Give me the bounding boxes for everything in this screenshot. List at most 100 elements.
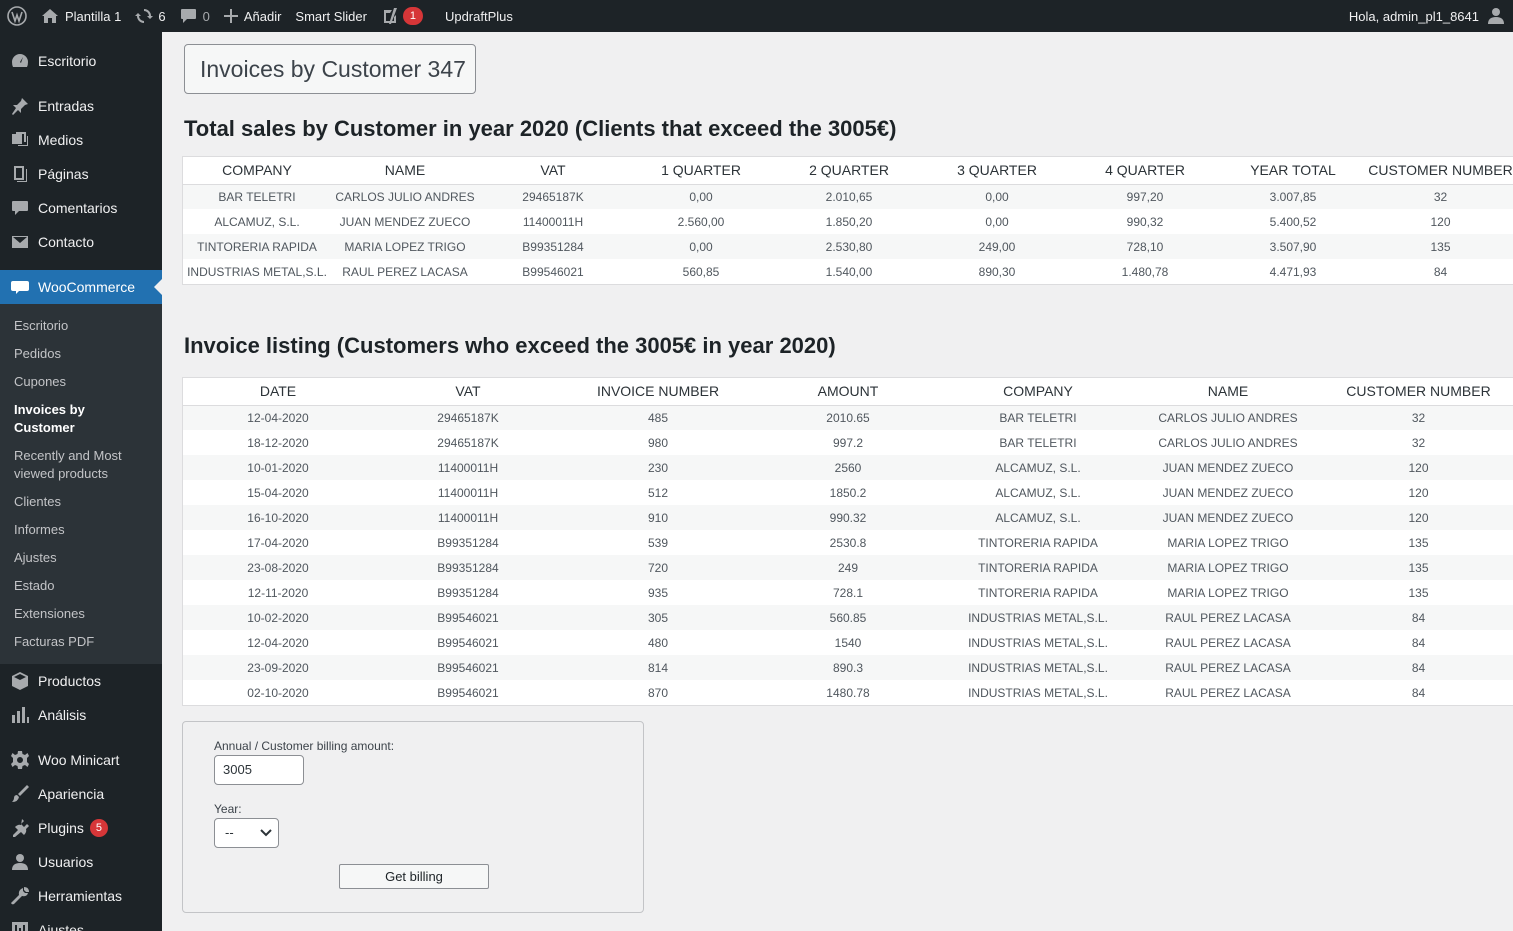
submenu-item-estado[interactable]: Estado	[0, 572, 162, 600]
table-cell: 1480.78	[753, 680, 943, 705]
table-cell: 728.1	[753, 580, 943, 605]
updates-menu[interactable]: 6	[128, 0, 172, 32]
table-cell: B99351284	[479, 234, 627, 259]
chevron-down-icon	[260, 829, 272, 837]
table-row: ALCAMUZ, S.L. JUAN MENDEZ ZUECO 11400011H 2…	[183, 209, 1513, 234]
menu-item-apariencia[interactable]: Apariencia	[0, 777, 162, 811]
menu-item-productos[interactable]: Productos	[0, 664, 162, 698]
smart-slider-menu[interactable]: Smart Slider	[288, 0, 374, 32]
submenu-item-informes[interactable]: Informes	[0, 516, 162, 544]
menu-item-entradas[interactable]: Entradas	[0, 89, 162, 123]
gear-icon	[10, 750, 30, 770]
year-select[interactable]: --	[214, 818, 279, 848]
table-cell: INDUSTRIAS METAL,S.L.	[943, 680, 1133, 705]
table-cell: 980	[563, 430, 753, 455]
woocommerce-icon	[10, 277, 30, 297]
table-cell: TINTORERIA RAPIDA	[943, 580, 1133, 605]
table-cell: 84	[1323, 680, 1513, 705]
table-cell: 0,00	[923, 209, 1071, 234]
amount-input[interactable]: 3005	[214, 755, 304, 785]
table-cell: TINTORERIA RAPIDA	[943, 530, 1133, 555]
menu-item-herramientas[interactable]: Herramientas	[0, 879, 162, 913]
submenu-item-clientes[interactable]: Clientes	[0, 488, 162, 516]
table-cell: 1.540,00	[775, 259, 923, 284]
column-header: COMPANY	[183, 157, 331, 185]
column-header: 1 QUARTER	[627, 157, 775, 185]
table-cell: BAR TELETRI	[943, 405, 1133, 430]
media-icon	[10, 130, 30, 150]
table-cell: 2010.65	[753, 405, 943, 430]
menu-label: Plugins	[38, 820, 84, 836]
wordpress-logo-icon[interactable]	[0, 0, 34, 32]
plugins-update-badge: 5	[89, 819, 108, 837]
wrench-icon	[10, 886, 30, 906]
main-content: Invoices by Customer 347 Total sales by …	[162, 32, 1513, 931]
menu-item-usuarios[interactable]: Usuarios	[0, 845, 162, 879]
comments-count: 0	[202, 8, 210, 24]
comments-menu[interactable]: 0	[173, 0, 217, 32]
table-row: 12-04-2020 B99546021 480 1540 INDUSTRIAS MET…	[183, 630, 1513, 655]
yoast-menu[interactable]: 1	[374, 0, 430, 32]
menu-item-contacto[interactable]: Contacto	[0, 225, 162, 259]
menu-item-plugins[interactable]: Plugins 5	[0, 811, 162, 845]
table-cell: ALCAMUZ, S.L.	[943, 455, 1133, 480]
submenu-item-cupones[interactable]: Cupones	[0, 368, 162, 396]
menu-item-ajustes[interactable]: Ajustes	[0, 913, 162, 931]
menu-item-paginas[interactable]: Páginas	[0, 157, 162, 191]
table-row: 18-12-2020 29465187K 980 997.2 BAR TELETRI CA…	[183, 430, 1513, 455]
paintbrush-icon	[10, 784, 30, 804]
table-cell: 11400011H	[373, 505, 563, 530]
menu-label: Análisis	[38, 707, 87, 723]
table-cell: 3.007,85	[1219, 184, 1367, 209]
table-cell: 120	[1323, 505, 1513, 530]
submenu-item-pedidos[interactable]: Pedidos	[0, 340, 162, 368]
table-cell: 485	[563, 405, 753, 430]
table-cell: B99351284	[373, 555, 563, 580]
table-cell: 935	[563, 580, 753, 605]
smart-slider-label: Smart Slider	[295, 8, 367, 24]
menu-label: Medios	[38, 132, 84, 148]
get-billing-button[interactable]: Get billing	[339, 864, 489, 889]
woocommerce-submenu: Escritorio Pedidos Cupones Invoices by C…	[0, 304, 162, 664]
menu-item-woocommerce[interactable]: WooCommerce	[0, 270, 162, 304]
submenu-item-escritorio[interactable]: Escritorio	[0, 312, 162, 340]
table-cell: 29465187K	[479, 184, 627, 209]
menu-item-medios[interactable]: Medios	[0, 123, 162, 157]
table-cell: 18-12-2020	[183, 430, 373, 455]
my-account-menu[interactable]: Hola, admin_pl1_8641	[1342, 0, 1513, 32]
column-header: AMOUNT	[753, 378, 943, 406]
table-cell: 120	[1323, 480, 1513, 505]
menu-item-analisis[interactable]: Análisis	[0, 698, 162, 732]
table-row: TINTORERIA RAPIDA MARIA LOPEZ TRIGO B99351…	[183, 234, 1513, 259]
updraftplus-menu[interactable]: UpdraftPlus	[438, 0, 520, 32]
table-cell: 560,85	[627, 259, 775, 284]
table-cell: 560.85	[753, 605, 943, 630]
envelope-icon	[10, 232, 30, 252]
table-cell: RAUL PEREZ LACASA	[1133, 655, 1323, 680]
table-cell: RAUL PEREZ LACASA	[1133, 680, 1323, 705]
submenu-item-facturas-pdf[interactable]: Facturas PDF	[0, 628, 162, 656]
table-cell: 0,00	[627, 234, 775, 259]
table-cell: 32	[1323, 405, 1513, 430]
updates-count: 6	[158, 8, 166, 24]
submenu-item-ajustes[interactable]: Ajustes	[0, 544, 162, 572]
table-cell: 120	[1367, 209, 1513, 234]
menu-item-woo-minicart[interactable]: Woo Minicart	[0, 743, 162, 777]
greeting-label: Hola, admin_pl1_8641	[1348, 8, 1479, 24]
menu-item-escritorio[interactable]: Escritorio	[0, 44, 162, 78]
box-icon	[10, 671, 30, 691]
yoast-icon	[381, 7, 399, 25]
table-row: 15-04-2020 11400011H 512 1850.2 ALCAMUZ, S.L…	[183, 480, 1513, 505]
site-name-menu[interactable]: Plantilla 1	[34, 0, 128, 32]
menu-label: WooCommerce	[38, 279, 135, 295]
table-cell: 305	[563, 605, 753, 630]
menu-item-comentarios[interactable]: Comentarios	[0, 191, 162, 225]
avatar-icon	[1487, 7, 1505, 25]
submenu-item-recently-viewed[interactable]: Recently and Most viewed products	[0, 442, 162, 488]
submenu-item-invoices-by-customer[interactable]: Invoices by Customer	[0, 396, 162, 442]
table-row: 23-09-2020 B99546021 814 890.3 INDUSTRIAS ME…	[183, 655, 1513, 680]
new-content-menu[interactable]: Añadir	[217, 0, 289, 32]
table-cell: BAR TELETRI	[943, 430, 1133, 455]
table-cell: ALCAMUZ, S.L.	[943, 505, 1133, 530]
submenu-item-extensiones[interactable]: Extensiones	[0, 600, 162, 628]
